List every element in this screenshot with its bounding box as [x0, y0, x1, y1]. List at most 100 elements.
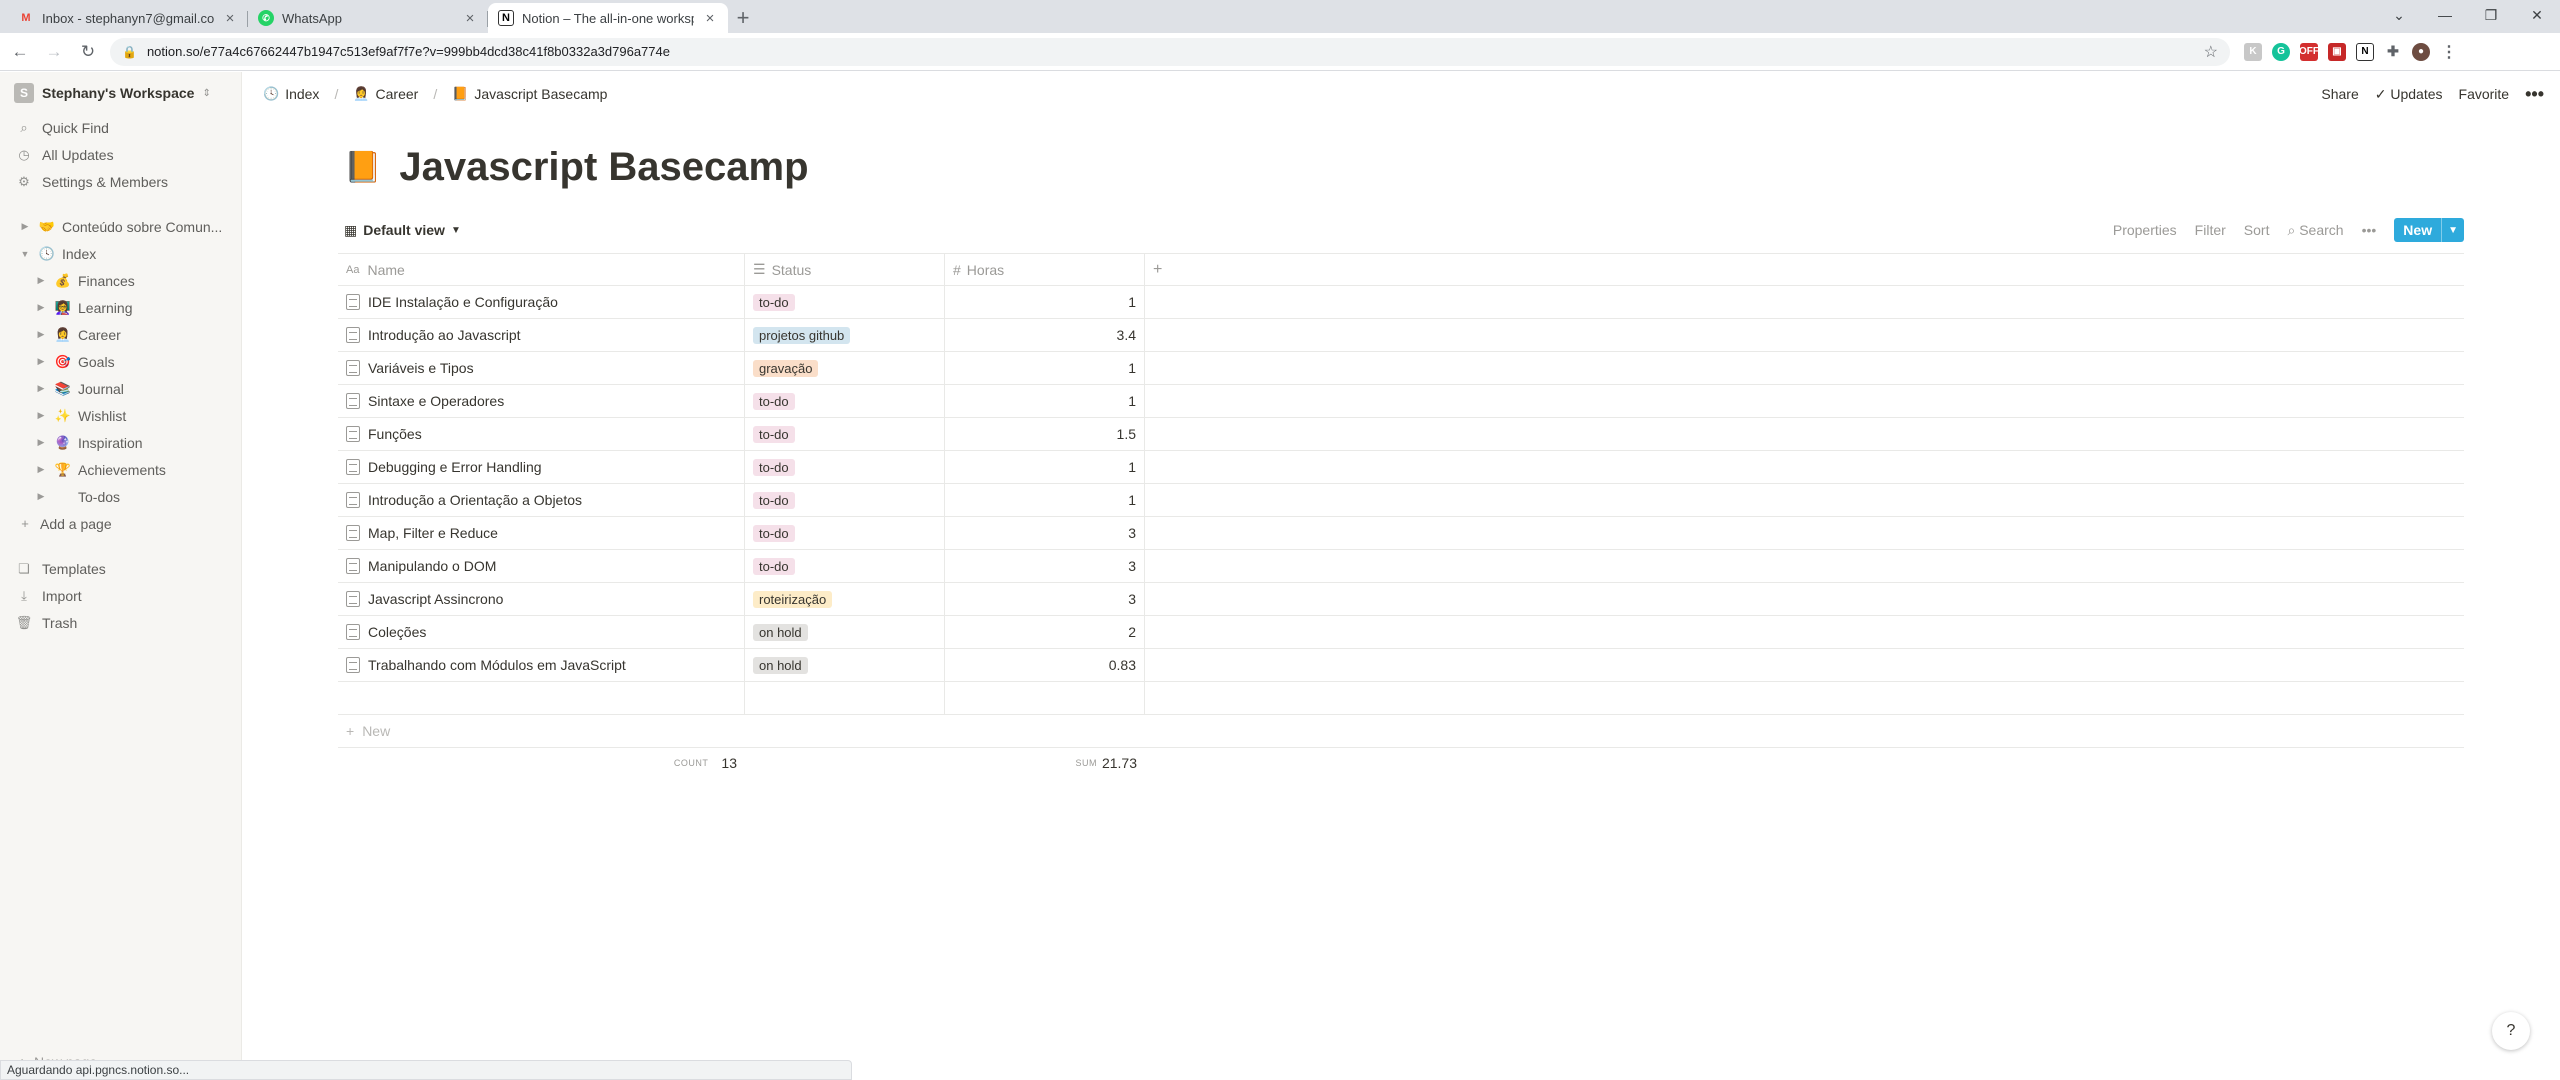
extension-icon[interactable]: ▣	[2328, 42, 2346, 61]
sidebar-page-goals[interactable]: ▶ 🎯 Goals	[0, 348, 241, 375]
column-header-name[interactable]: Aa Name	[338, 254, 745, 285]
table-row[interactable]: Map, Filter e Reduce to-do 3	[338, 517, 2464, 550]
sum-calculation[interactable]: SUM 21.73	[945, 748, 1145, 778]
sidebar-all-updates[interactable]: ◷ All Updates	[0, 141, 241, 168]
cell-name[interactable]: Manipulando o DOM	[338, 550, 745, 582]
cell-name[interactable]: Javascript Assincrono	[338, 583, 745, 615]
browser-tab-gmail[interactable]: M Inbox - stephanyn7@gmail.com ×	[8, 3, 248, 33]
cell-horas[interactable]: 3	[945, 517, 1145, 549]
view-selector[interactable]: ▦ Default view ▼	[344, 222, 461, 239]
expand-triangle-icon[interactable]: ▶	[34, 275, 48, 286]
expand-triangle-icon[interactable]: ▶	[34, 329, 48, 340]
cell-horas[interactable]: 1	[945, 451, 1145, 483]
add-page-button[interactable]: + Add a page	[0, 510, 241, 537]
share-button[interactable]: Share	[2321, 86, 2358, 102]
cell-status[interactable]: roteirização	[745, 583, 945, 615]
sidebar-templates[interactable]: ❏ Templates	[0, 555, 241, 582]
close-window-icon[interactable]: ✕	[2514, 0, 2560, 30]
cell-horas[interactable]: 3	[945, 550, 1145, 582]
sidebar-import[interactable]: ⤓ Import	[0, 582, 241, 609]
cell-name[interactable]: Introdução a Orientação a Objetos	[338, 484, 745, 516]
expand-triangle-icon[interactable]: ▶	[34, 356, 48, 367]
reload-icon[interactable]: ↻	[74, 38, 102, 66]
sidebar-quick-find[interactable]: ⌕ Quick Find	[0, 114, 241, 141]
breadcrumb-item-career[interactable]: 👩‍💼 Career	[353, 86, 418, 102]
sidebar-page-index[interactable]: ▼ 🕓 Index	[0, 240, 241, 267]
cell-status[interactable]: on hold	[745, 649, 945, 681]
cell-status[interactable]: projetos github	[745, 319, 945, 351]
cell-name[interactable]: Debugging e Error Handling	[338, 451, 745, 483]
close-tab-icon[interactable]: ×	[462, 10, 478, 27]
puzzle-icon[interactable]: ✚	[2384, 43, 2402, 61]
lock-icon[interactable]: 🔒	[122, 45, 137, 59]
row-title[interactable]: Introdução a Orientação a Objetos	[368, 492, 582, 508]
url-text[interactable]: notion.so/e77a4c67662447b1947c513ef9af7f…	[147, 44, 2194, 59]
cell-horas[interactable]: 1	[945, 484, 1145, 516]
row-title[interactable]: IDE Instalação e Configuração	[368, 294, 558, 310]
cell-name[interactable]: Trabalhando com Módulos em JavaScript	[338, 649, 745, 681]
cell-status[interactable]: to-do	[745, 550, 945, 582]
tab-search-icon[interactable]: ⌄	[2376, 0, 2422, 30]
row-title[interactable]: Javascript Assincrono	[368, 591, 503, 607]
browser-tab-whatsapp[interactable]: ✆ WhatsApp ×	[248, 3, 488, 33]
expand-triangle-icon[interactable]: ▶	[18, 221, 32, 232]
more-options-icon[interactable]: •••	[2525, 84, 2544, 105]
empty-row[interactable]	[338, 682, 2464, 715]
close-tab-icon[interactable]: ×	[702, 10, 718, 27]
extension-icon[interactable]: K	[2244, 42, 2262, 61]
properties-button[interactable]: Properties	[2113, 222, 2177, 238]
column-header-status[interactable]: ☰ Status	[745, 254, 945, 285]
cell-horas[interactable]: 3	[945, 583, 1145, 615]
row-title[interactable]: Trabalhando com Módulos em JavaScript	[368, 657, 626, 673]
sidebar-page-career[interactable]: ▶ 👩‍💼 Career	[0, 321, 241, 348]
cell-horas[interactable]: 1	[945, 286, 1145, 318]
sidebar-page-learning[interactable]: ▶ 👩‍🏫 Learning	[0, 294, 241, 321]
restore-icon[interactable]: ❐	[2468, 0, 2514, 30]
cell-horas[interactable]: 0.83	[945, 649, 1145, 681]
menu-dots-icon[interactable]: ⋮	[2440, 43, 2458, 61]
cell-status[interactable]: to-do	[745, 517, 945, 549]
cell-name[interactable]: Introdução ao Javascript	[338, 319, 745, 351]
breadcrumb-item-current[interactable]: 📙 Javascript Basecamp	[452, 86, 607, 102]
column-header-horas[interactable]: # Horas	[945, 254, 1145, 285]
browser-tab-notion[interactable]: N Notion – The all-in-one workspace ×	[488, 3, 728, 33]
row-title[interactable]: Manipulando o DOM	[368, 558, 496, 574]
cell-status[interactable]: to-do	[745, 286, 945, 318]
chevron-down-icon[interactable]: ▼	[2441, 218, 2464, 242]
sidebar-page-conteudo[interactable]: ▶ 🤝 Conteúdo sobre Comun...	[0, 213, 241, 240]
table-row[interactable]: Sintaxe e Operadores to-do 1	[338, 385, 2464, 418]
expand-triangle-icon[interactable]: ▶	[34, 302, 48, 313]
sidebar-page-journal[interactable]: ▶ 📚 Journal	[0, 375, 241, 402]
count-calculation[interactable]: COUNT 13	[338, 748, 745, 778]
add-column-button[interactable]: +	[1145, 254, 2464, 285]
bookmark-star-icon[interactable]: ☆	[2204, 42, 2218, 62]
cell-name[interactable]: IDE Instalação e Configuração	[338, 286, 745, 318]
cell-status[interactable]: to-do	[745, 418, 945, 450]
cell-name[interactable]: Sintaxe e Operadores	[338, 385, 745, 417]
cell-horas[interactable]: 1	[945, 385, 1145, 417]
page-title[interactable]: Javascript Basecamp	[399, 145, 808, 190]
avatar[interactable]: ●	[2412, 42, 2430, 61]
sort-button[interactable]: Sort	[2244, 222, 2270, 238]
sidebar-trash[interactable]: 🗑 Trash	[0, 609, 241, 636]
table-row[interactable]: Coleções on hold 2	[338, 616, 2464, 649]
row-title[interactable]: Sintaxe e Operadores	[368, 393, 504, 409]
add-row-button[interactable]: + New	[338, 715, 2464, 748]
cell-status[interactable]: gravação	[745, 352, 945, 384]
row-title[interactable]: Debugging e Error Handling	[368, 459, 542, 475]
expand-triangle-icon[interactable]: ▶	[34, 491, 48, 502]
status-calculation[interactable]	[745, 748, 945, 778]
expand-triangle-icon[interactable]: ▶	[34, 437, 48, 448]
extension-off-icon[interactable]: OFF	[2299, 42, 2319, 61]
notion-clipper-icon[interactable]: N	[2356, 42, 2374, 61]
row-title[interactable]: Map, Filter e Reduce	[368, 525, 498, 541]
row-title[interactable]: Variáveis e Tipos	[368, 360, 474, 376]
address-bar[interactable]: 🔒 notion.so/e77a4c67662447b1947c513ef9af…	[110, 37, 2230, 66]
table-row[interactable]: Introdução ao Javascript projetos github 3…	[338, 319, 2464, 352]
row-title[interactable]: Coleções	[368, 624, 426, 640]
new-record-button[interactable]: New ▼	[2394, 218, 2464, 242]
page-book-icon[interactable]: 📙	[344, 150, 381, 185]
updates-button[interactable]: ✓ Updates	[2375, 86, 2443, 103]
cell-horas[interactable]: 1.5	[945, 418, 1145, 450]
favorite-button[interactable]: Favorite	[2459, 86, 2510, 102]
